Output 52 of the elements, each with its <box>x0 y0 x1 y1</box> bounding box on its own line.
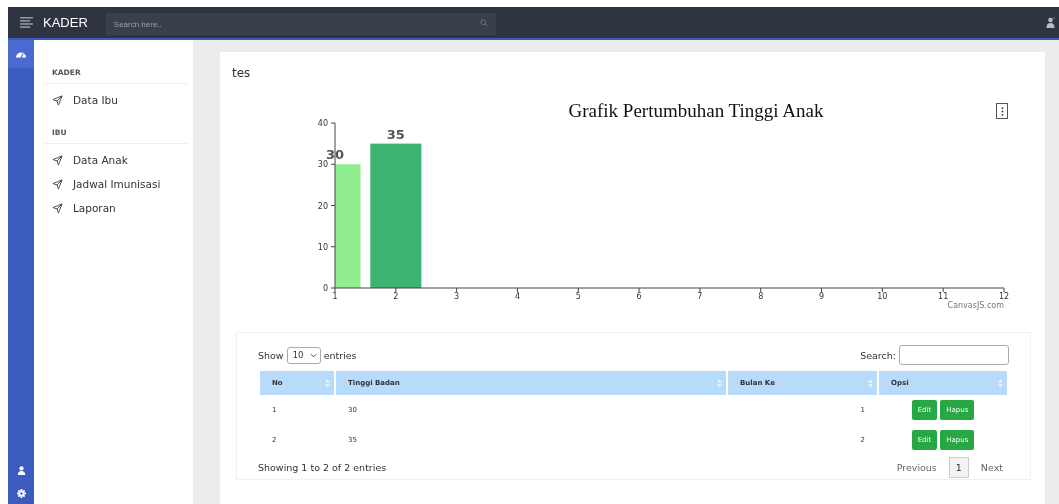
chart-menu-button[interactable] <box>996 103 1008 119</box>
y-tick-label: 20 <box>317 201 328 211</box>
next-page-link[interactable]: Next <box>974 457 1009 477</box>
sidebar-item[interactable]: Data Anak <box>45 148 187 172</box>
sort-icon <box>998 378 1003 388</box>
sidebar-item[interactable]: Jadwal Imunisasi <box>45 172 187 196</box>
x-tick-label: 3 <box>454 292 460 301</box>
bar-value-label: 35 <box>386 126 405 142</box>
chevron-icon <box>309 352 317 358</box>
send-icon <box>52 94 63 106</box>
sidebar-item[interactable]: Laporan <box>45 196 187 220</box>
length-label: entries <box>323 349 357 361</box>
user-icon[interactable] <box>16 466 26 475</box>
send-icon <box>52 178 63 190</box>
x-tick-label: 1 <box>332 292 338 301</box>
x-tick-label: 5 <box>575 292 581 301</box>
table-search-field[interactable] <box>899 345 1009 365</box>
length-label: Show <box>258 349 284 361</box>
x-tick-label: 8 <box>758 292 764 301</box>
y-tick-label: 30 <box>317 160 328 170</box>
table-info: Showing 1 to 2 of 2 entries <box>258 461 387 473</box>
y-tick-label: 0 <box>322 284 328 293</box>
x-tick-label: 10 <box>877 292 888 301</box>
x-tick-label: 9 <box>819 292 825 301</box>
user-icon[interactable] <box>1046 17 1055 28</box>
entries-dropdown[interactable]: 10 <box>286 346 321 364</box>
chart-title: Grafik Pertumbuhan Tinggi Anak <box>567 100 825 122</box>
sort-icon <box>325 378 330 388</box>
sort-icon <box>717 378 722 388</box>
sort-icon <box>868 378 873 388</box>
sidebar-item[interactable]: Data Ibu <box>45 88 187 112</box>
x-tick-label: 12 <box>998 292 1010 301</box>
x-tick-label: 2 <box>393 292 399 301</box>
previous-page-link[interactable]: Previous <box>890 457 943 477</box>
search-label: Search: <box>860 349 896 361</box>
settings-icon[interactable] <box>16 489 26 498</box>
menu-icon[interactable] <box>20 17 33 28</box>
send-icon <box>52 154 63 166</box>
x-tick-label: 4 <box>514 292 520 301</box>
y-tick-label: 40 <box>317 119 328 128</box>
page-heading: tes <box>232 66 252 80</box>
page-button[interactable]: 1 <box>948 456 969 478</box>
x-tick-label: 6 <box>636 292 642 301</box>
x-tick-label: 11 <box>938 292 949 301</box>
send-icon <box>52 202 63 214</box>
brand-title[interactable]: KADER <box>43 15 88 30</box>
gauge-icon <box>16 49 26 59</box>
more-icon <box>1000 106 1004 116</box>
y-tick-label: 10 <box>317 242 328 252</box>
x-tick-label: 7 <box>697 292 703 301</box>
chart-credit[interactable]: CanvasJS.com <box>947 301 1004 310</box>
search-field[interactable]: Search here.. <box>105 13 496 35</box>
